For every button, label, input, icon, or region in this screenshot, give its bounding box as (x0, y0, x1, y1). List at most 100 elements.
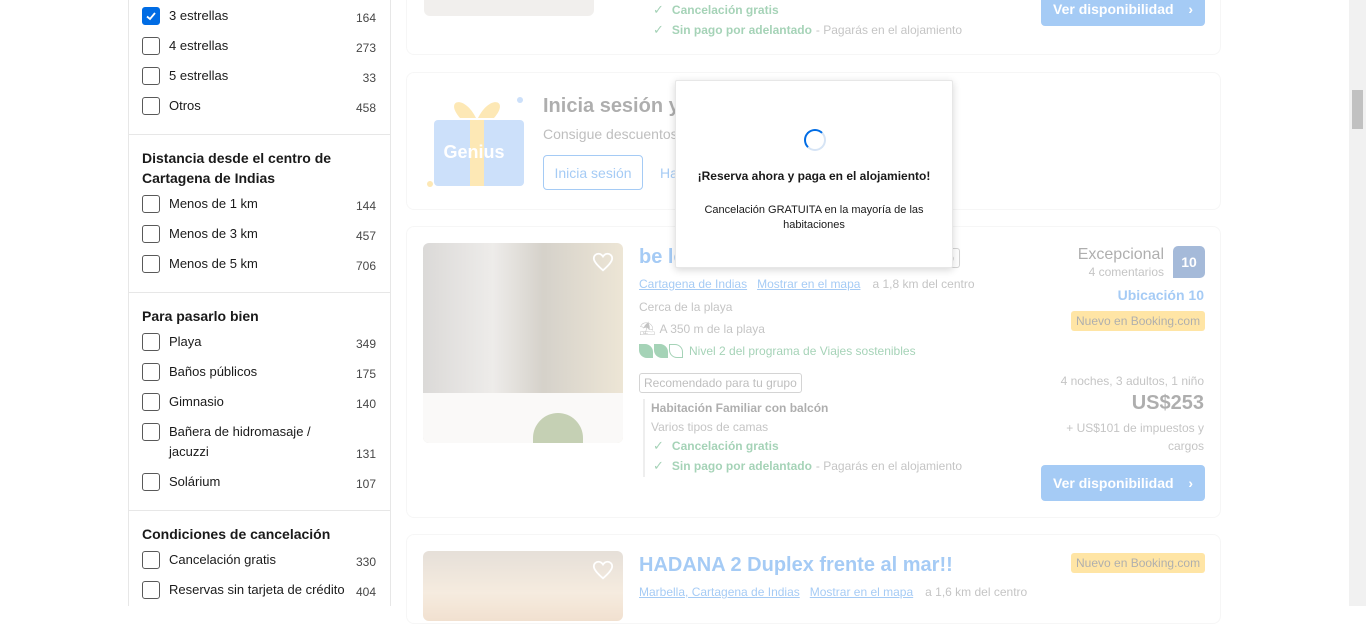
checkbox[interactable] (142, 551, 160, 569)
button-label: Ver disponibilidad (1053, 1, 1174, 17)
button-label: Ver disponibilidad (1053, 475, 1174, 491)
property-photo[interactable] (423, 243, 623, 443)
price: US$253 (1131, 392, 1204, 414)
filter-option[interactable]: Cancelación gratis 330 (142, 550, 376, 580)
genius-subtitle: Consigue descuentos (543, 126, 678, 142)
filter-option[interactable]: Reservas sin tarjeta de crédito 404 (142, 580, 376, 606)
photo-bed (423, 393, 623, 443)
property-location-row: Cartagena de Indias Mostrar en el mapa a… (639, 277, 975, 291)
filter-option-label: 3 estrellas (169, 8, 229, 23)
heart-icon[interactable] (592, 251, 614, 273)
distance-text: a 1,6 km del centro (925, 585, 1028, 599)
filter-group-distance: Distancia desde el centro de Cartagena d… (129, 135, 390, 293)
genius-signin-button[interactable]: Inicia sesión (543, 155, 643, 190)
filter-option-count: 349 (355, 337, 376, 351)
filter-option[interactable]: Baños públicos 175 (142, 362, 376, 392)
filter-option[interactable]: Solárium 107 (142, 472, 376, 502)
sustainable-text: Nivel 2 del programa de Viajes sostenibl… (689, 344, 916, 358)
filter-option[interactable]: Menos de 1 km 144 (142, 194, 376, 224)
modal-title: ¡Reserva ahora y paga en el alojamiento! (697, 169, 931, 183)
filter-option-count: 404 (355, 585, 376, 599)
location-link[interactable]: Marbella, Cartagena de Indias (639, 585, 800, 599)
filter-option-count: 273 (355, 41, 376, 55)
no-prepay-note: - Pagarás en el alojamiento (815, 459, 963, 473)
free-cancel-row: ✓ Cancelación gratis (653, 2, 779, 18)
see-availability-button[interactable]: Ver disponibilidad › (1041, 0, 1205, 26)
filter-option[interactable]: 5 estrellas 33 (142, 66, 376, 96)
filter-option-label: Reservas sin tarjeta de crédito (169, 582, 345, 597)
room-block (643, 399, 645, 477)
checkbox[interactable] (142, 97, 160, 115)
filter-option[interactable]: Bañera de hidromasaje / jacuzzi 131 (142, 422, 376, 472)
chevron-right-icon: › (1188, 475, 1193, 491)
filter-option-count: 107 (355, 477, 376, 491)
filter-group-stars: 3 estrellas 164 4 estrellas 273 5 estrel… (129, 0, 390, 135)
taxes-text: + US$101 de impuestos y cargos (1066, 421, 1204, 453)
filter-option-label: 5 estrellas (169, 68, 229, 83)
review-score-badge[interactable]: 10 (1173, 246, 1205, 278)
property-location-row: Marbella, Cartagena de Indias Mostrar en… (639, 585, 1027, 599)
filter-option-count: 458 (355, 101, 376, 115)
filter-option[interactable]: Menos de 5 km 706 (142, 254, 376, 284)
scrollbar-thumb[interactable] (1352, 90, 1363, 129)
loading-spinner-icon (804, 129, 826, 151)
no-prepay-note: - Pagarás en el alojamiento (815, 23, 963, 37)
filter-option-label: Cancelación gratis (169, 552, 276, 567)
checkbox[interactable] (142, 7, 160, 25)
checkbox[interactable] (142, 581, 160, 599)
free-cancel-text: Cancelación gratis (671, 439, 779, 453)
filter-option[interactable]: 4 estrellas 273 (142, 36, 376, 66)
bed-types: Varios tipos de camas (651, 420, 769, 434)
filter-option-count: 457 (355, 229, 376, 243)
filter-option-count: 131 (355, 447, 376, 461)
filter-option[interactable]: Otros 458 (142, 96, 376, 126)
show-on-map-link[interactable]: Mostrar en el mapa (810, 585, 913, 599)
checkbox[interactable] (142, 195, 160, 213)
leaf-icon (639, 344, 683, 358)
property-title[interactable]: HADANA 2 Duplex frente al mar!! (639, 554, 953, 577)
filter-option[interactable]: Menos de 3 km 457 (142, 224, 376, 254)
filter-group-title: Distancia desde el centro de Cartagena d… (142, 150, 332, 186)
checkbox[interactable] (142, 67, 160, 85)
group-recommend-tag: Recomendado para tu grupo (639, 373, 802, 393)
filter-option-label: Menos de 5 km (169, 256, 258, 271)
no-prepay-text: Sin pago por adelantado (671, 459, 812, 473)
filter-option[interactable]: Playa 349 (142, 332, 376, 362)
check-icon: ✓ (653, 458, 664, 473)
beach-icon: ⛱ (639, 321, 656, 336)
checkbox[interactable] (142, 255, 160, 273)
no-prepay-row: ✓ Sin pago por adelantado - Pagarás en e… (653, 458, 962, 474)
checkbox[interactable] (142, 333, 160, 351)
checkbox[interactable] (142, 393, 160, 411)
filter-option-count: 175 (355, 367, 376, 381)
filter-option-count: 144 (355, 199, 376, 213)
filter-group-cancellation: Condiciones de cancelación Cancelación g… (129, 511, 390, 606)
checkbox[interactable] (142, 37, 160, 55)
filter-option-count: 164 (355, 11, 376, 25)
see-availability-button[interactable]: Ver disponibilidad › (1041, 465, 1205, 501)
modal-subtitle: Cancelación GRATUITA en la mayoría de la… (704, 204, 924, 231)
heart-icon[interactable] (592, 559, 614, 581)
check-icon: ✓ (653, 22, 664, 37)
chevron-right-icon: › (1188, 1, 1193, 17)
filter-option[interactable]: Gimnasio 140 (142, 392, 376, 422)
filter-option-count: 706 (355, 259, 376, 273)
page-scrollbar[interactable] (1349, 0, 1366, 606)
filter-option[interactable]: 3 estrellas 164 (142, 6, 376, 36)
checkbox[interactable] (142, 363, 160, 381)
no-prepay-row: ✓ Sin pago por adelantado - Pagarás en e… (653, 22, 962, 38)
new-on-booking-badge: Nuevo en Booking.com (1071, 311, 1206, 331)
genius-gift-icon: Genius (427, 97, 524, 187)
checkmark-icon (146, 12, 156, 21)
checkbox[interactable] (142, 473, 160, 491)
show-on-map-link[interactable]: Mostrar en el mapa (757, 277, 860, 291)
checkbox[interactable] (142, 225, 160, 243)
checkbox[interactable] (142, 423, 160, 441)
location-link[interactable]: Cartagena de Indias (639, 277, 747, 291)
check-icon: ✓ (653, 438, 664, 453)
room-name: Habitación Familiar con balcón (651, 401, 829, 415)
review-count: 4 comentarios (1088, 265, 1164, 279)
loading-modal: ¡Reserva ahora y paga en el alojamiento!… (675, 80, 953, 268)
stay-details: 4 noches, 3 adultos, 1 niño (1060, 374, 1204, 388)
filter-option-label: 4 estrellas (169, 38, 229, 53)
